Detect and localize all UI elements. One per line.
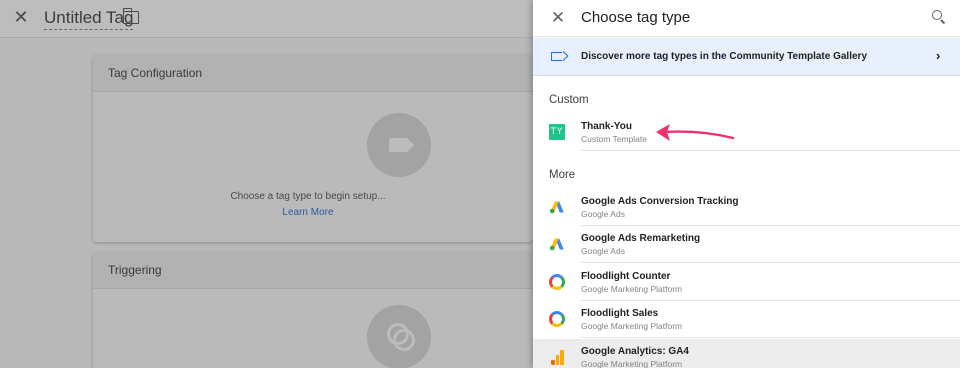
google-analytics-icon — [549, 349, 565, 365]
tag-item-google-ads-remarketing[interactable]: Google Ads Remarketing Google Ads — [533, 226, 960, 263]
choose-tag-hint: Choose a tag type to begin setup... — [230, 191, 386, 202]
folder-icon[interactable] — [122, 8, 139, 24]
trigger-placeholder-icon[interactable] — [367, 305, 431, 368]
tag-name-title[interactable]: Untitled Tag — [44, 8, 134, 30]
tag-icon — [389, 138, 414, 152]
item-subtitle: Google Marketing Platform — [581, 321, 683, 331]
floodlight-icon — [549, 274, 565, 290]
trigger-icon-part — [393, 329, 415, 351]
tag-item-google-analytics-ga4[interactable]: Google Analytics: GA4 Google Marketing P… — [533, 339, 960, 368]
annotation-arrow — [656, 124, 735, 141]
chevron-right-icon: › — [936, 48, 941, 63]
tag-item-floodlight-counter[interactable]: Floodlight Counter Google Marketing Plat… — [533, 264, 960, 301]
panel-title: Choose tag type — [581, 9, 691, 26]
panel-header: ✕ Choose tag type — [533, 0, 960, 37]
triggering-title: Triggering — [93, 252, 533, 289]
tag-outline-icon — [551, 52, 562, 61]
google-ads-icon — [549, 201, 564, 214]
search-icon[interactable] — [932, 10, 946, 24]
item-name: Thank-You — [581, 121, 632, 132]
item-subtitle: Google Ads — [581, 209, 625, 219]
item-subtitle: Google Ads — [581, 246, 625, 256]
item-subtitle: Google Marketing Platform — [581, 284, 683, 294]
tag-placeholder-icon[interactable] — [367, 113, 431, 177]
tag-item-thank-you[interactable]: TY Thank-You Custom Template — [533, 114, 960, 151]
thank-you-template-icon: TY — [549, 124, 565, 140]
tag-item-floodlight-sales[interactable]: Floodlight Sales Google Marketing Platfo… — [533, 301, 960, 338]
item-name: Google Ads Conversion Tracking — [581, 196, 739, 207]
close-icon[interactable]: ✕ — [549, 9, 567, 27]
item-subtitle: Google Marketing Platform — [581, 359, 683, 368]
editor-header: ✕ Untitled Tag — [0, 0, 533, 38]
community-gallery-banner[interactable]: Discover more tag types in the Community… — [533, 38, 960, 76]
close-icon[interactable]: ✕ — [12, 8, 30, 26]
section-custom-label: Custom — [549, 94, 589, 106]
learn-more-link[interactable]: Learn More — [88, 207, 528, 218]
google-ads-icon — [549, 238, 564, 251]
tag-configuration-title: Tag Configuration — [93, 55, 533, 92]
item-name: Google Analytics: GA4 — [581, 346, 689, 357]
item-name: Floodlight Sales — [581, 308, 659, 319]
item-name: Google Ads Remarketing — [581, 233, 701, 244]
triggering-card[interactable]: Triggering — [93, 252, 533, 368]
banner-text: Discover more tag types in the Community… — [581, 51, 868, 62]
item-subtitle: Custom Template — [581, 134, 647, 144]
item-name: Floodlight Counter — [581, 271, 671, 282]
section-more-label: More — [549, 169, 576, 181]
tag-configuration-card[interactable]: Tag Configuration Choose a tag type to b… — [93, 55, 533, 242]
choose-tag-type-panel: ✕ Choose tag type Discover more tag type… — [533, 0, 960, 368]
floodlight-icon — [549, 311, 565, 327]
tag-item-google-ads-conversion[interactable]: Google Ads Conversion Tracking Google Ad… — [533, 189, 960, 226]
